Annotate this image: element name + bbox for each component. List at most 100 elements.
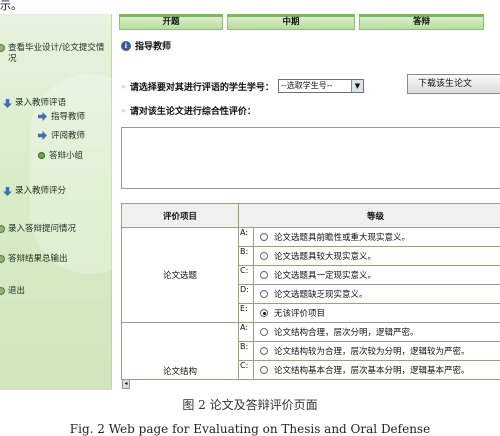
figure-caption-en: Fig. 2 Web page for Evaluating on Thesis… <box>69 422 431 436</box>
option-text: 无该评价项目 <box>274 309 326 319</box>
option-cell: 无该评价项目 <box>253 303 500 323</box>
option-text: 论文选题具前瞻性或重大现实意义。 <box>274 233 411 243</box>
chevron-down-icon: ▼ <box>350 80 363 92</box>
option-cell: 论文结构基本合理，层次基本分明，逻辑基本严密。 <box>253 360 500 380</box>
radio-button[interactable] <box>260 347 268 355</box>
student-select-label: 请选择要对其进行评语的学生学号： <box>129 82 274 93</box>
option-text: 论文结构较为合理，层次较为分明，逻辑较为严密。 <box>274 347 470 357</box>
radio-option[interactable]: 论文结构较为合理，层次较为分明，逻辑较为严密。 <box>254 345 500 357</box>
arrow-down-icon <box>3 99 12 108</box>
sidebar-item-logout[interactable]: 退出 <box>0 286 25 297</box>
scroll-left-arrow[interactable]: ◂ <box>122 379 130 389</box>
sidebar-item-view-submission[interactable]: 查看毕业设计/论文提交情况 <box>0 43 109 64</box>
tab-defense[interactable]: 答辩 <box>359 14 484 30</box>
sidebar-subitem-defense-group[interactable]: 答辩小组 <box>38 149 83 161</box>
radio-option[interactable]: 论文选题缺乏现实意义。 <box>254 288 500 300</box>
radio-button[interactable] <box>260 233 268 241</box>
option-cell: 论文结构合理，层次分明，逻辑严密。 <box>253 322 500 342</box>
table-row: 论文选题 A: 论文选题具前瞻性或重大现实意义。 <box>121 227 500 323</box>
option-cell: 论文选题缺乏现实意义。 <box>253 284 500 304</box>
evaluation-table: 评价项目 等级 论文选题 A: 论文选题具前瞻性或重大现实意义。 B: 论文选题… <box>121 203 500 380</box>
text-fragment: 示。 <box>0 0 22 12</box>
sidebar-item-label: 录入教师评语 <box>15 98 67 108</box>
sidebar-item-enter-scores[interactable]: 录入教师评分 <box>3 186 66 197</box>
figure-caption-cn: 图 2 论文及答辩评价页面 <box>182 398 318 412</box>
sidebar-subitem-reviewer[interactable]: 评阅教师 <box>38 129 85 141</box>
option-cell: 论文选题具较大现实意义。 <box>253 246 500 266</box>
sidebar-item-label: 查看毕业设计/论文提交情况 <box>8 43 105 64</box>
option-letter: D: <box>238 284 254 304</box>
bullet-icon <box>0 255 5 263</box>
option-text: 论文结构合理，层次分明，逻辑严密。 <box>274 328 419 338</box>
radio-button[interactable] <box>260 366 268 374</box>
double-arrow-icon: » <box>121 81 126 91</box>
main-panel: 开题 中期 答辩 i 指导教师 » 请选择要对其进行评语的学生学号： --选取学… <box>113 14 500 390</box>
sidebar-item-defense-results[interactable]: 答辩结果总输出 <box>0 254 68 265</box>
table-header-grade: 等级 <box>238 203 500 228</box>
option-letter: B: <box>238 246 254 266</box>
sidebar-item-label: 退出 <box>8 286 26 296</box>
download-thesis-button[interactable]: 下载该生论文 <box>407 74 500 94</box>
sidebar-subitem-label: 评阅教师 <box>51 131 86 141</box>
bullet-icon <box>0 287 5 295</box>
radio-button[interactable] <box>260 328 268 336</box>
radio-option[interactable]: 论文选题具前瞻性或重大现实意义。 <box>254 231 500 243</box>
option-letter: E: <box>238 303 254 323</box>
radio-button[interactable] <box>260 252 268 260</box>
radio-button-selected[interactable] <box>260 309 268 317</box>
option-letter: A: <box>238 227 254 247</box>
stage-tabs: 开题 中期 答辩 <box>119 14 500 30</box>
sidebar-item-defense-questions[interactable]: 录入答辩提问情况 <box>0 224 76 235</box>
option-cell: 论文选题具前瞻性或重大现实意义。 <box>253 227 500 247</box>
option-text: 论文选题缺乏现实意义。 <box>274 290 368 300</box>
option-text: 论文选题具较大现实意义。 <box>274 252 377 262</box>
comment-textarea[interactable] <box>121 127 500 189</box>
option-text: 论文结构基本合理，层次基本分明，逻辑基本严密。 <box>274 366 470 376</box>
sidebar-item-label: 录入答辩提问情况 <box>8 224 77 234</box>
info-icon: i <box>121 40 131 51</box>
tab-proposal[interactable]: 开题 <box>119 14 223 30</box>
radio-option[interactable]: 论文结构合理，层次分明，逻辑严密。 <box>254 326 500 338</box>
bullet-icon <box>0 44 5 52</box>
tab-midterm[interactable]: 中期 <box>227 14 355 30</box>
table-header-item: 评价项目 <box>121 203 239 228</box>
comment-label: 请对该生论文进行综合性评价： <box>129 107 256 117</box>
bullet-icon <box>0 225 5 233</box>
option-cell: 论文结构较为合理，层次较为分明，逻辑较为严密。 <box>253 341 500 361</box>
radio-option[interactable]: 论文选题具较大现实意义。 <box>254 250 500 262</box>
sidebar: 查看毕业设计/论文提交情况 录入教师评语 指导教师 评阅教师 答辩小组 录入教师… <box>0 14 150 390</box>
section-title-text: 指导教师 <box>135 42 172 52</box>
option-letter: C: <box>238 360 254 380</box>
table-row: 论文结构 A: 论文结构合理，层次分明，逻辑严密。 <box>121 322 500 380</box>
radio-option[interactable]: 论文结构基本合理，层次基本分明，逻辑基本严密。 <box>254 364 500 376</box>
sidebar-subitem-label: 答辩小组 <box>49 151 84 161</box>
sidebar-subitem-label: 指导教师 <box>51 112 86 122</box>
radio-button[interactable] <box>260 271 268 279</box>
radio-option[interactable]: 无该评价项目 <box>254 307 500 319</box>
sidebar-subitem-advisor[interactable]: 指导教师 <box>38 110 85 122</box>
option-letter: C: <box>238 265 254 285</box>
option-text: 论文选题具一定现实意义。 <box>274 271 377 281</box>
option-cell: 论文选题具一定现实意义。 <box>253 265 500 285</box>
double-arrow-icon: » <box>121 106 126 115</box>
arrow-right-icon <box>38 111 47 121</box>
student-select-value: --选取学生号-- <box>280 81 333 90</box>
dot-icon <box>38 151 45 159</box>
option-letter: A: <box>238 322 254 342</box>
arrow-down-icon <box>3 187 12 196</box>
radio-option[interactable]: 论文选题具一定现实意义。 <box>254 269 500 281</box>
eval-item-structure: 论文结构 <box>121 322 239 380</box>
sidebar-item-label: 录入教师评分 <box>15 186 67 196</box>
eval-item-topic: 论文选题 <box>121 227 239 323</box>
option-letter: B: <box>238 341 254 361</box>
comment-row: » 请对该生论文进行综合性评价： <box>121 104 256 117</box>
sidebar-item-label: 答辩结果总输出 <box>8 254 68 264</box>
student-select[interactable]: --选取学生号-- ▼ <box>277 79 364 93</box>
screenshot-frame: 查看毕业设计/论文提交情况 录入教师评语 指导教师 评阅教师 答辩小组 录入教师… <box>0 14 500 390</box>
radio-button[interactable] <box>260 290 268 298</box>
sidebar-item-enter-comments[interactable]: 录入教师评语 <box>3 98 66 109</box>
table-header-row: 评价项目 等级 <box>121 203 500 228</box>
section-title: i 指导教师 <box>121 39 171 52</box>
arrow-right-icon <box>38 130 47 140</box>
student-select-row: » 请选择要对其进行评语的学生学号： --选取学生号-- ▼ <box>121 79 364 93</box>
